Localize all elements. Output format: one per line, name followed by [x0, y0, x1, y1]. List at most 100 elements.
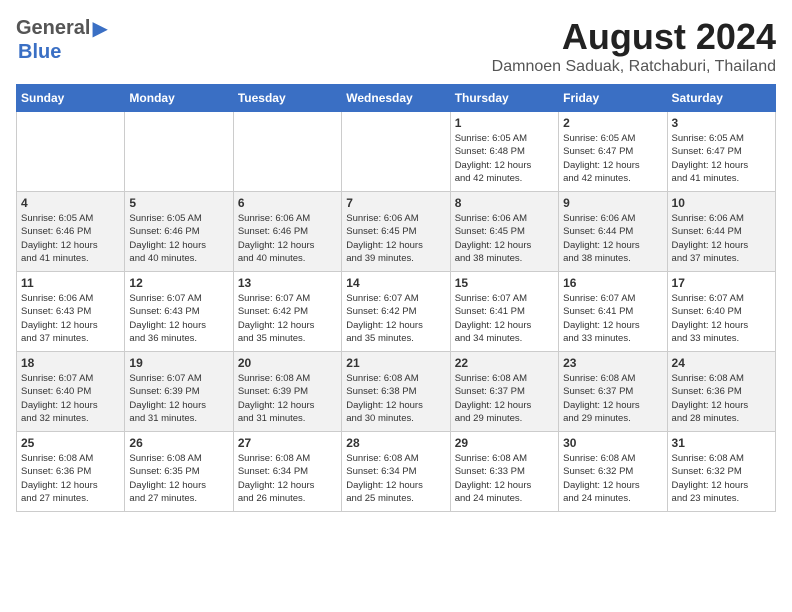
col-monday: Monday: [125, 85, 233, 112]
calendar-week-2: 4 Sunrise: 6:05 AM Sunset: 6:46 PM Daylig…: [17, 192, 776, 272]
day-number: 7: [346, 196, 445, 210]
day-number: 19: [129, 356, 228, 370]
calendar-cell: 14Sunrise: 6:07 AM Sunset: 6:42 PM Dayli…: [342, 272, 450, 352]
page-title: August 2024: [492, 16, 776, 58]
day-number: 29: [455, 436, 554, 450]
calendar-cell: [342, 112, 450, 192]
calendar-cell: 28Sunrise: 6:08 AM Sunset: 6:34 PM Dayli…: [342, 432, 450, 512]
day-info: Sunrise: 6:06 AM Sunset: 6:44 PM Dayligh…: [563, 212, 662, 265]
calendar-cell: 26 Sunrise: 6:08 AM Sunset: 6:35 PM Dayli…: [125, 432, 233, 512]
calendar-cell: 1 Sunrise: 6:05 AM Sunset: 6:48 PM Daylig…: [450, 112, 558, 192]
logo: General ▶ Blue: [16, 16, 108, 64]
calendar-cell: 11 Sunrise: 6:06 AM Sunset: 6:43 PM Dayli…: [17, 272, 125, 352]
col-sunday: Sunday: [17, 85, 125, 112]
day-number: 23: [563, 356, 662, 370]
calendar-cell: 4 Sunrise: 6:05 AM Sunset: 6:46 PM Daylig…: [17, 192, 125, 272]
day-info: Sunrise: 6:08 AM Sunset: 6:32 PM Dayligh…: [563, 452, 662, 505]
day-number: 26: [129, 436, 228, 450]
day-number: 1: [455, 116, 554, 130]
col-wednesday: Wednesday: [342, 85, 450, 112]
day-number: 10: [672, 196, 771, 210]
calendar-cell: 5 Sunrise: 6:05 AM Sunset: 6:46 PM Daylig…: [125, 192, 233, 272]
day-info: Sunrise: 6:07 AM Sunset: 6:40 PM Dayligh…: [21, 372, 120, 425]
calendar-cell: 25Sunrise: 6:08 AM Sunset: 6:36 PM Dayli…: [17, 432, 125, 512]
day-info: Sunrise: 6:08 AM Sunset: 6:33 PM Dayligh…: [455, 452, 554, 505]
day-number: 21: [346, 356, 445, 370]
day-info: Sunrise: 6:08 AM Sunset: 6:32 PM Dayligh…: [672, 452, 771, 505]
day-info: Sunrise: 6:08 AM Sunset: 6:36 PM Dayligh…: [672, 372, 771, 425]
day-number: 24: [672, 356, 771, 370]
day-number: 12: [129, 276, 228, 290]
calendar-cell: 2Sunrise: 6:05 AM Sunset: 6:47 PM Daylig…: [559, 112, 667, 192]
calendar-cell: 13 Sunrise: 6:07 AM Sunset: 6:42 PM Dayli…: [233, 272, 341, 352]
calendar-cell: 7 Sunrise: 6:06 AM Sunset: 6:45 PM Daylig…: [342, 192, 450, 272]
calendar-cell: 22 Sunrise: 6:08 AM Sunset: 6:37 PM Dayli…: [450, 352, 558, 432]
day-info: Sunrise: 6:08 AM Sunset: 6:39 PM Dayligh…: [238, 372, 337, 425]
day-number: 11: [21, 276, 120, 290]
day-number: 28: [346, 436, 445, 450]
day-info: Sunrise: 6:06 AM Sunset: 6:44 PM Dayligh…: [672, 212, 771, 265]
calendar-cell: 12Sunrise: 6:07 AM Sunset: 6:43 PM Dayli…: [125, 272, 233, 352]
day-info: Sunrise: 6:07 AM Sunset: 6:41 PM Dayligh…: [455, 292, 554, 345]
day-info: Sunrise: 6:08 AM Sunset: 6:38 PM Dayligh…: [346, 372, 445, 425]
calendar-cell: 9 Sunrise: 6:06 AM Sunset: 6:44 PM Daylig…: [559, 192, 667, 272]
day-number: 3: [672, 116, 771, 130]
day-number: 9: [563, 196, 662, 210]
day-info: Sunrise: 6:05 AM Sunset: 6:46 PM Dayligh…: [21, 212, 120, 265]
day-number: 4: [21, 196, 120, 210]
day-info: Sunrise: 6:06 AM Sunset: 6:46 PM Dayligh…: [238, 212, 337, 265]
logo-bird-icon: ▶: [92, 16, 107, 41]
page-header: General ▶ Blue August 2024 Damnoen Sadua…: [16, 16, 776, 76]
day-number: 13: [238, 276, 337, 290]
day-info: Sunrise: 6:07 AM Sunset: 6:39 PM Dayligh…: [129, 372, 228, 425]
calendar-cell: 19 Sunrise: 6:07 AM Sunset: 6:39 PM Dayli…: [125, 352, 233, 432]
calendar-cell: 16Sunrise: 6:07 AM Sunset: 6:41 PM Dayli…: [559, 272, 667, 352]
day-info: Sunrise: 6:08 AM Sunset: 6:36 PM Dayligh…: [21, 452, 120, 505]
calendar-cell: [125, 112, 233, 192]
calendar-body: 1 Sunrise: 6:05 AM Sunset: 6:48 PM Daylig…: [17, 112, 776, 512]
calendar-week-3: 11 Sunrise: 6:06 AM Sunset: 6:43 PM Dayli…: [17, 272, 776, 352]
calendar-cell: [17, 112, 125, 192]
day-number: 15: [455, 276, 554, 290]
calendar-week-4: 18 Sunrise: 6:07 AM Sunset: 6:40 PM Dayli…: [17, 352, 776, 432]
calendar-cell: 20 Sunrise: 6:08 AM Sunset: 6:39 PM Dayli…: [233, 352, 341, 432]
header-row: Sunday Monday Tuesday Wednesday Thursday…: [17, 85, 776, 112]
day-info: Sunrise: 6:07 AM Sunset: 6:42 PM Dayligh…: [238, 292, 337, 345]
day-info: Sunrise: 6:05 AM Sunset: 6:48 PM Dayligh…: [455, 132, 554, 185]
calendar-header: Sunday Monday Tuesday Wednesday Thursday…: [17, 85, 776, 112]
day-info: Sunrise: 6:06 AM Sunset: 6:45 PM Dayligh…: [346, 212, 445, 265]
day-number: 30: [563, 436, 662, 450]
calendar-week-5: 25Sunrise: 6:08 AM Sunset: 6:36 PM Dayli…: [17, 432, 776, 512]
day-number: 31: [672, 436, 771, 450]
calendar-cell: 3Sunrise: 6:05 AM Sunset: 6:47 PM Daylig…: [667, 112, 775, 192]
day-info: Sunrise: 6:06 AM Sunset: 6:43 PM Dayligh…: [21, 292, 120, 345]
day-info: Sunrise: 6:08 AM Sunset: 6:37 PM Dayligh…: [455, 372, 554, 425]
calendar-cell: 8Sunrise: 6:06 AM Sunset: 6:45 PM Daylig…: [450, 192, 558, 272]
day-info: Sunrise: 6:08 AM Sunset: 6:34 PM Dayligh…: [238, 452, 337, 505]
day-number: 16: [563, 276, 662, 290]
day-info: Sunrise: 6:07 AM Sunset: 6:42 PM Dayligh…: [346, 292, 445, 345]
calendar-cell: 27 Sunrise: 6:08 AM Sunset: 6:34 PM Dayli…: [233, 432, 341, 512]
calendar-cell: 10 Sunrise: 6:06 AM Sunset: 6:44 PM Dayli…: [667, 192, 775, 272]
col-thursday: Thursday: [450, 85, 558, 112]
day-number: 17: [672, 276, 771, 290]
day-number: 20: [238, 356, 337, 370]
calendar-week-1: 1 Sunrise: 6:05 AM Sunset: 6:48 PM Daylig…: [17, 112, 776, 192]
day-number: 27: [238, 436, 337, 450]
calendar-cell: 6 Sunrise: 6:06 AM Sunset: 6:46 PM Daylig…: [233, 192, 341, 272]
title-area: August 2024 Damnoen Saduak, Ratchaburi, …: [492, 16, 776, 76]
calendar-cell: 17Sunrise: 6:07 AM Sunset: 6:40 PM Dayli…: [667, 272, 775, 352]
calendar-cell: 15 Sunrise: 6:07 AM Sunset: 6:41 PM Dayli…: [450, 272, 558, 352]
calendar-cell: 31 Sunrise: 6:08 AM Sunset: 6:32 PM Dayli…: [667, 432, 775, 512]
calendar-cell: 24 Sunrise: 6:08 AM Sunset: 6:36 PM Dayli…: [667, 352, 775, 432]
day-number: 18: [21, 356, 120, 370]
day-number: 22: [455, 356, 554, 370]
col-friday: Friday: [559, 85, 667, 112]
day-info: Sunrise: 6:05 AM Sunset: 6:46 PM Dayligh…: [129, 212, 228, 265]
day-info: Sunrise: 6:05 AM Sunset: 6:47 PM Dayligh…: [563, 132, 662, 185]
day-number: 5: [129, 196, 228, 210]
calendar-cell: 30 Sunrise: 6:08 AM Sunset: 6:32 PM Dayli…: [559, 432, 667, 512]
day-info: Sunrise: 6:08 AM Sunset: 6:35 PM Dayligh…: [129, 452, 228, 505]
day-info: Sunrise: 6:08 AM Sunset: 6:37 PM Dayligh…: [563, 372, 662, 425]
day-number: 6: [238, 196, 337, 210]
